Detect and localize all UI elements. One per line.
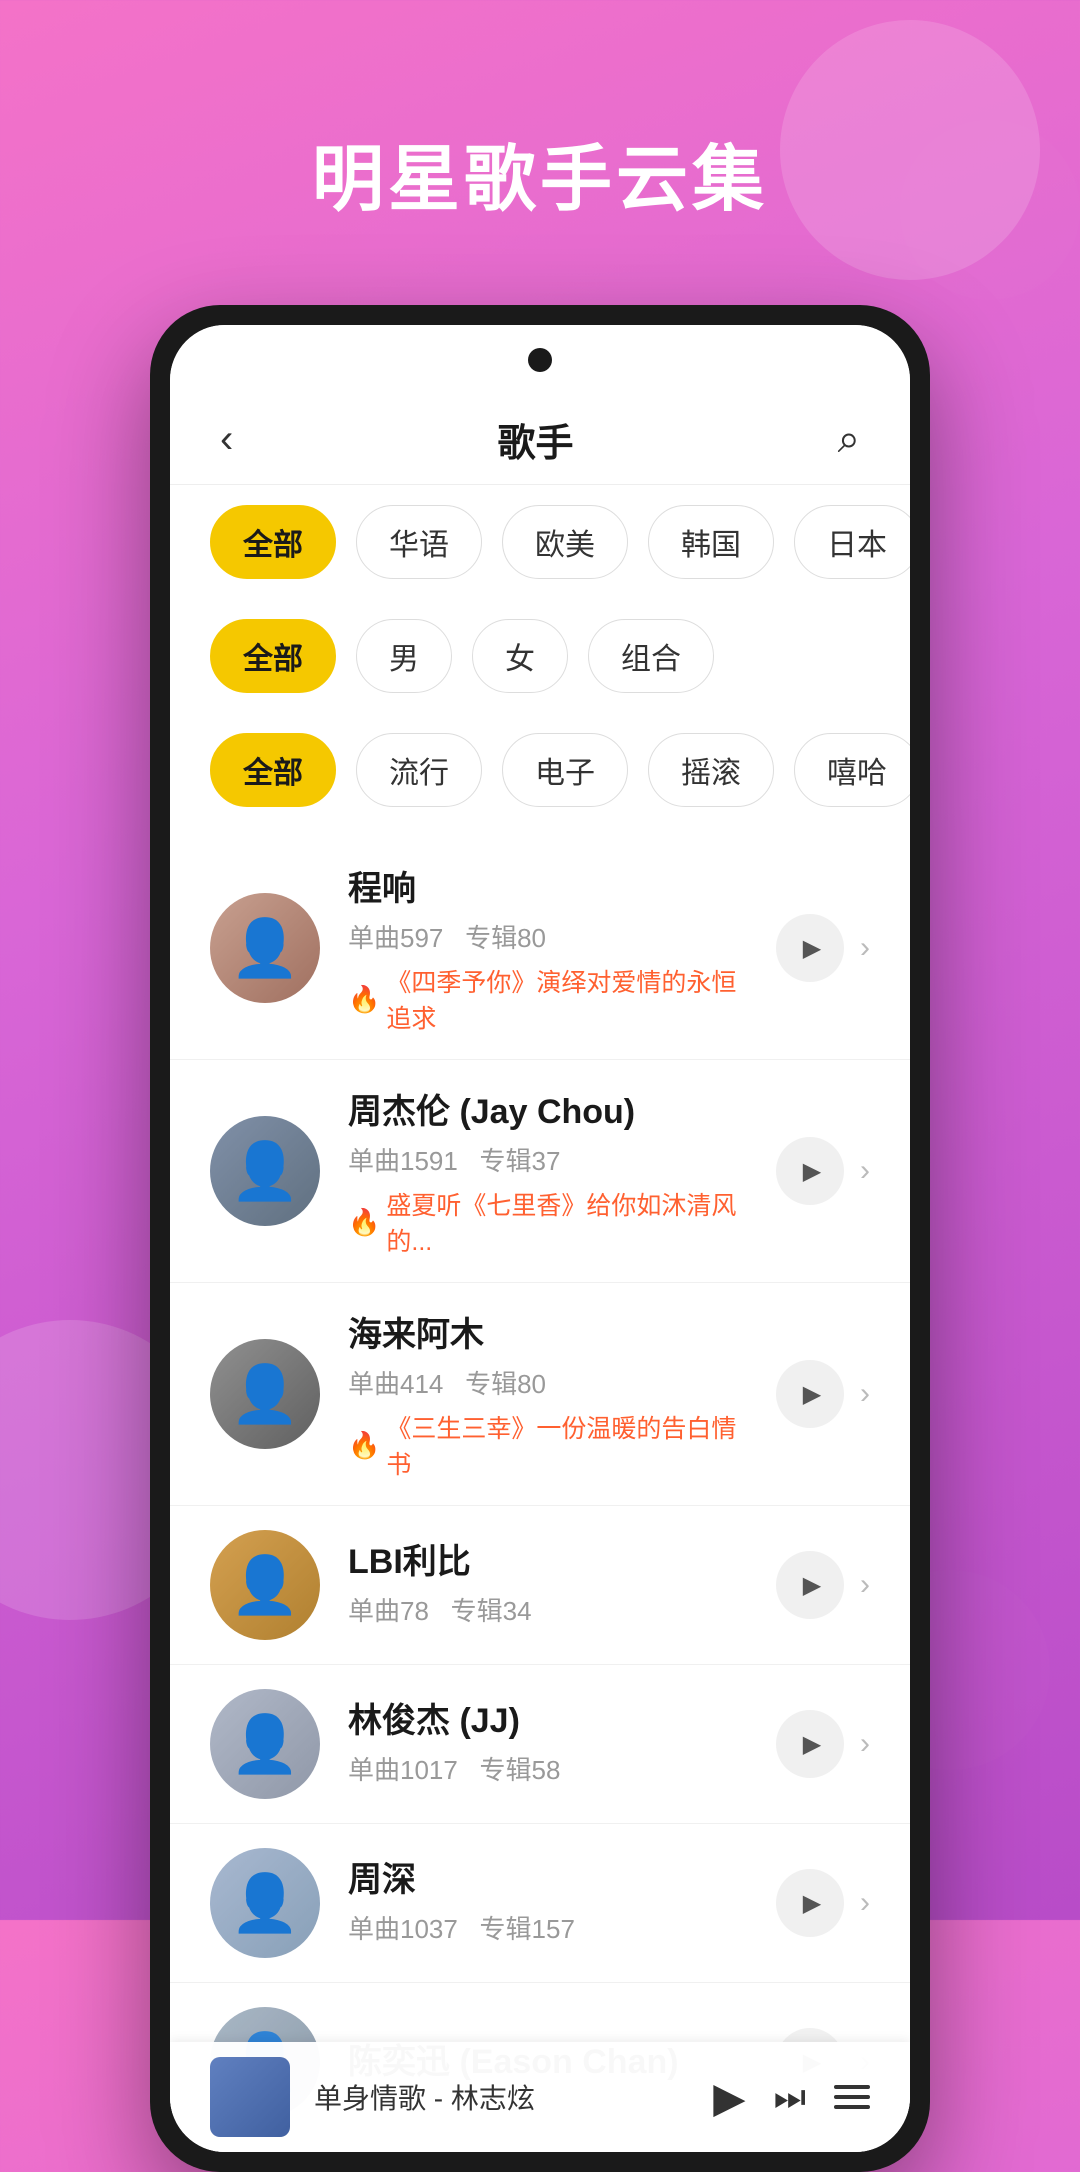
artist-name: LBI利比 [348, 1534, 748, 1583]
phone-top-bar [170, 325, 910, 395]
artist-avatar [210, 1116, 320, 1226]
artist-info: 程响 单曲597 专辑80 🔥 《四季予你》演绎对爱情的永恒追求 [348, 861, 748, 1035]
filter-tag-female[interactable]: 女 [472, 619, 568, 693]
artist-list: 程响 单曲597 专辑80 🔥 《四季予你》演绎对爱情的永恒追求 [170, 827, 910, 2152]
artist-item[interactable]: 林俊杰 (JJ) 单曲1017 专辑58 › [170, 1665, 910, 1824]
artist-name: 周杰伦 (Jay Chou) [348, 1084, 748, 1133]
filter-tag-korean[interactable]: 韩国 [648, 505, 774, 579]
play-button[interactable] [776, 914, 844, 982]
player-thumbnail [210, 2057, 290, 2137]
artist-name: 周深 [348, 1852, 748, 1901]
artist-info: 海来阿木 单曲414 专辑80 🔥 《三生三幸》一份温暖的告白情书 [348, 1307, 748, 1481]
play-button[interactable] [776, 1137, 844, 1205]
filter-tag-all-gender[interactable]: 全部 [210, 619, 336, 693]
phone-screen: ‹ 歌手 ⌕ 全部 华语 欧美 韩国 日本 全部 男 女 组合 全 [170, 325, 910, 2152]
play-button[interactable] [776, 1710, 844, 1778]
hero-title: 明星歌手云集 [312, 120, 768, 225]
chevron-right-icon: › [860, 1886, 870, 1920]
artist-avatar [210, 1339, 320, 1449]
chevron-right-icon: › [860, 1568, 870, 1602]
artist-stats: 单曲597 专辑80 [348, 918, 748, 955]
filter-tag-rock[interactable]: 摇滚 [648, 733, 774, 807]
filter-tag-chinese[interactable]: 华语 [356, 505, 482, 579]
artist-info: 周杰伦 (Jay Chou) 单曲1591 专辑37 🔥 盛夏听《七里香》给你如… [348, 1084, 748, 1258]
artist-actions: › [776, 1360, 870, 1428]
filter-tag-all-region[interactable]: 全部 [210, 505, 336, 579]
artist-item[interactable]: 海来阿木 单曲414 专辑80 🔥 《三生三幸》一份温暖的告白情书 [170, 1283, 910, 1506]
player-bar: 单身情歌 - 林志炫 ▶ ⏭ [170, 2042, 910, 2152]
fire-icon: 🔥 [348, 984, 380, 1015]
chevron-right-icon: › [860, 1154, 870, 1188]
artist-actions: › [776, 914, 870, 982]
filter-tag-japanese[interactable]: 日本 [794, 505, 910, 579]
page-title: 歌手 [497, 412, 573, 467]
play-button[interactable] [776, 1551, 844, 1619]
player-song-title: 单身情歌 - 林志炫 [314, 2077, 689, 2117]
artist-stats: 单曲1017 专辑58 [348, 1750, 748, 1787]
player-menu-button[interactable] [834, 2085, 870, 2109]
artist-info: 林俊杰 (JJ) 单曲1017 专辑58 [348, 1693, 748, 1795]
phone-mockup: ‹ 歌手 ⌕ 全部 华语 欧美 韩国 日本 全部 男 女 组合 全 [150, 305, 930, 2172]
artist-name: 海来阿木 [348, 1307, 748, 1356]
artist-item[interactable]: 周杰伦 (Jay Chou) 单曲1591 专辑37 🔥 盛夏听《七里香》给你如… [170, 1060, 910, 1283]
player-play-button[interactable]: ▶ [713, 2073, 745, 2122]
artist-stats: 单曲1591 专辑37 [348, 1141, 748, 1178]
camera-dot [528, 348, 552, 372]
filter-row-gender: 全部 男 女 组合 [170, 599, 910, 713]
filter-tag-all-genre[interactable]: 全部 [210, 733, 336, 807]
content-area: 全部 华语 欧美 韩国 日本 全部 男 女 组合 全部 流行 电子 摇滚 嘻哈 … [170, 485, 910, 2152]
artist-actions: › [776, 1710, 870, 1778]
artist-info: LBI利比 单曲78 专辑34 [348, 1534, 748, 1636]
fire-icon: 🔥 [348, 1207, 380, 1238]
artist-item[interactable]: LBI利比 单曲78 专辑34 › [170, 1506, 910, 1665]
artist-avatar [210, 1689, 320, 1799]
chevron-right-icon: › [860, 1377, 870, 1411]
artist-stats: 单曲414 专辑80 [348, 1364, 748, 1401]
chevron-right-icon: › [860, 931, 870, 965]
artist-actions: › [776, 1869, 870, 1937]
filter-tag-male[interactable]: 男 [356, 619, 452, 693]
artist-stats: 单曲78 专辑34 [348, 1591, 748, 1628]
artist-hot-desc: 🔥 《四季予你》演绎对爱情的永恒追求 [348, 963, 748, 1035]
search-button[interactable]: ⌕ [838, 417, 860, 462]
play-button[interactable] [776, 1869, 844, 1937]
filter-tag-western[interactable]: 欧美 [502, 505, 628, 579]
fire-icon: 🔥 [348, 1430, 380, 1461]
filter-row-region: 全部 华语 欧美 韩国 日本 [170, 485, 910, 599]
artist-info: 周深 单曲1037 专辑157 [348, 1852, 748, 1954]
artist-name: 程响 [348, 861, 748, 910]
back-button[interactable]: ‹ [220, 417, 233, 462]
artist-actions: › [776, 1551, 870, 1619]
artist-hot-desc: 🔥 《三生三幸》一份温暖的告白情书 [348, 1409, 748, 1481]
artist-item[interactable]: 周深 单曲1037 专辑157 › [170, 1824, 910, 1983]
artist-actions: › [776, 1137, 870, 1205]
artist-name: 林俊杰 (JJ) [348, 1693, 748, 1742]
player-controls: ▶ ⏭ [713, 2073, 870, 2122]
filter-row-genre: 全部 流行 电子 摇滚 嘻哈 R&B 民 [170, 713, 910, 827]
filter-tag-pop[interactable]: 流行 [356, 733, 482, 807]
artist-hot-desc: 🔥 盛夏听《七里香》给你如沐清风的... [348, 1186, 748, 1258]
artist-item[interactable]: 程响 单曲597 专辑80 🔥 《四季予你》演绎对爱情的永恒追求 [170, 837, 910, 1060]
artist-avatar [210, 893, 320, 1003]
artist-avatar [210, 1848, 320, 1958]
filter-tag-group[interactable]: 组合 [588, 619, 714, 693]
player-next-button[interactable]: ⏭ [774, 2076, 806, 2119]
filter-tag-electronic[interactable]: 电子 [502, 733, 628, 807]
artist-stats: 单曲1037 专辑157 [348, 1909, 748, 1946]
artist-avatar [210, 1530, 320, 1640]
filter-tag-hiphop[interactable]: 嘻哈 [794, 733, 910, 807]
play-button[interactable] [776, 1360, 844, 1428]
chevron-right-icon: › [860, 1727, 870, 1761]
navigation-bar: ‹ 歌手 ⌕ [170, 395, 910, 485]
